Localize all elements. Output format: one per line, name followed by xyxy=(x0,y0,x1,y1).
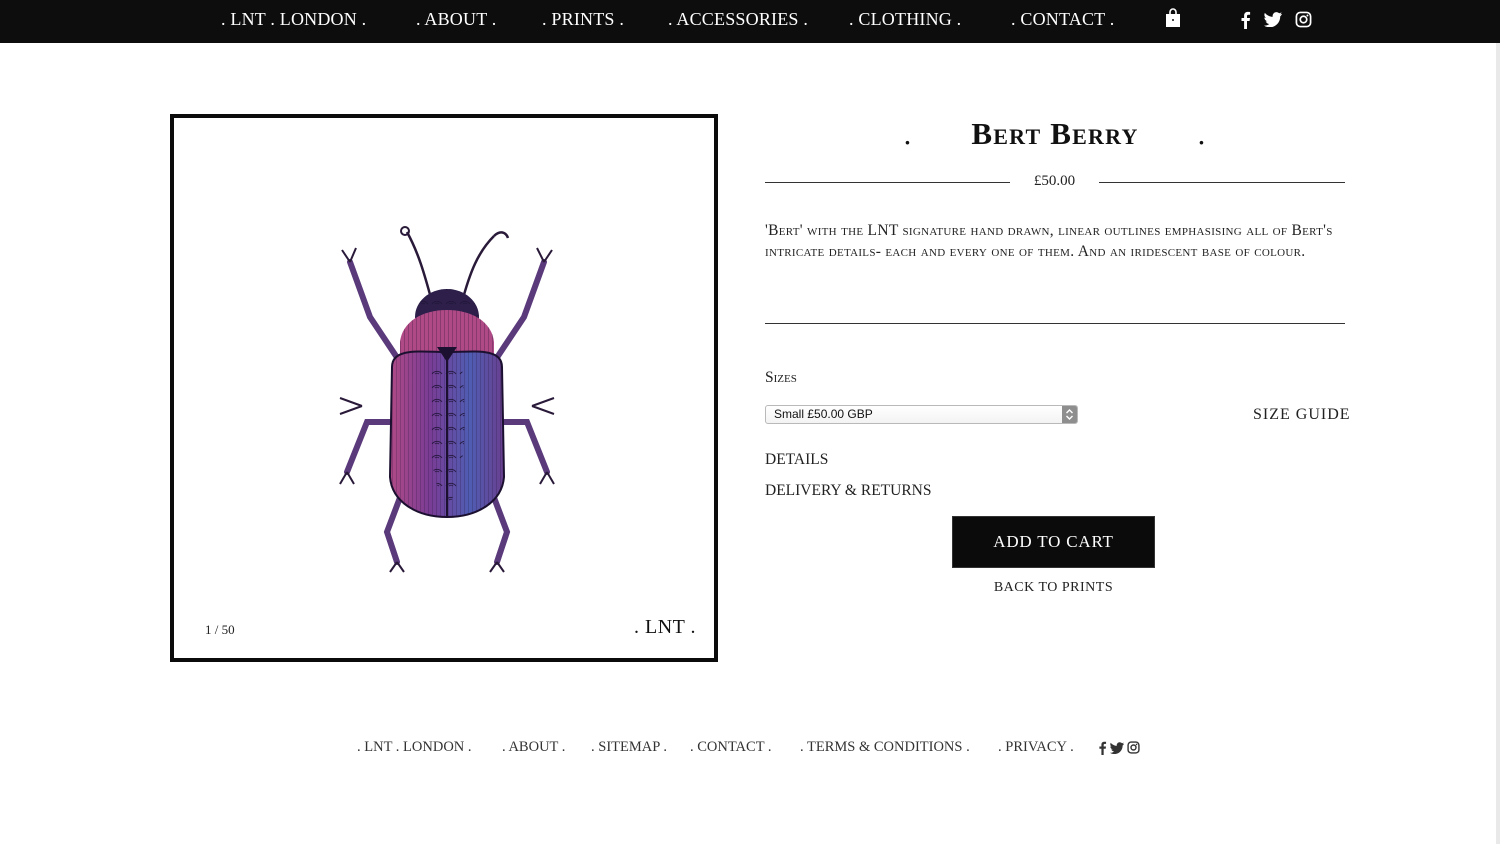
edition-number: 1 / 50 xyxy=(205,622,235,637)
product-description: 'Bert' with the LNT signature hand drawn… xyxy=(765,222,1333,260)
beetle-artwork xyxy=(339,226,555,573)
description-divider xyxy=(765,323,1345,324)
back-to-prints-link[interactable]: BACK TO PRINTS xyxy=(952,580,1155,596)
facebook-icon[interactable] xyxy=(1240,11,1251,29)
shopping-bag-icon[interactable] xyxy=(1165,8,1181,28)
size-guide-link[interactable]: SIZE GUIDE xyxy=(1253,406,1351,424)
nav-item-about[interactable]: . ABOUT . xyxy=(416,9,496,30)
instagram-icon[interactable] xyxy=(1295,11,1312,28)
size-select-value: Small £50.00 GBP xyxy=(774,407,873,421)
product-price: £50.00 xyxy=(1033,173,1076,189)
nav-item-prints[interactable]: . PRINTS . xyxy=(542,9,624,30)
footer-link-sitemap[interactable]: . SITEMAP . xyxy=(591,739,667,756)
twitter-icon[interactable] xyxy=(1110,742,1124,754)
nav-item-clothing[interactable]: . CLOTHING . xyxy=(849,9,961,30)
details-toggle[interactable]: DETAILS xyxy=(765,451,828,469)
select-arrows-icon[interactable] xyxy=(1062,406,1077,423)
top-navigation: . LNT . LONDON . . ABOUT . . PRINTS . . … xyxy=(0,0,1500,43)
sizes-label: Sizes xyxy=(765,369,797,386)
artist-signature: . LNT . xyxy=(633,616,696,638)
facebook-icon[interactable] xyxy=(1098,741,1107,755)
nav-item-contact[interactable]: . CONTACT . xyxy=(1011,9,1114,30)
page-scrollbar[interactable] xyxy=(1496,43,1500,844)
product-image-frame: 1 / 50 . LNT . xyxy=(170,114,718,662)
footer-link-contact[interactable]: . CONTACT . xyxy=(690,739,772,756)
footer-link-privacy[interactable]: . PRIVACY . xyxy=(998,739,1074,756)
footer-link-about[interactable]: . ABOUT . xyxy=(502,739,565,756)
delivery-returns-toggle[interactable]: DELIVERY & RETURNS xyxy=(765,482,931,500)
instagram-icon[interactable] xyxy=(1127,741,1140,754)
title-dot-right: . xyxy=(1197,118,1206,151)
footer-link-lnt-london[interactable]: . LNT . LONDON . xyxy=(357,739,472,756)
price-divider-left xyxy=(765,182,1010,183)
nav-item-accessories[interactable]: . ACCESSORIES . xyxy=(668,9,808,30)
twitter-icon[interactable] xyxy=(1264,12,1282,27)
footer-link-terms[interactable]: . TERMS & CONDITIONS . xyxy=(800,739,970,756)
product-title: Bert Berry xyxy=(971,116,1139,151)
price-divider-right xyxy=(1099,182,1345,183)
nav-item-lnt-london[interactable]: . LNT . LONDON . xyxy=(221,9,366,30)
size-select[interactable]: Small £50.00 GBP xyxy=(765,405,1078,424)
chevron-up-down-icon xyxy=(1066,409,1073,420)
add-to-cart-button[interactable]: ADD TO CART xyxy=(952,516,1155,568)
